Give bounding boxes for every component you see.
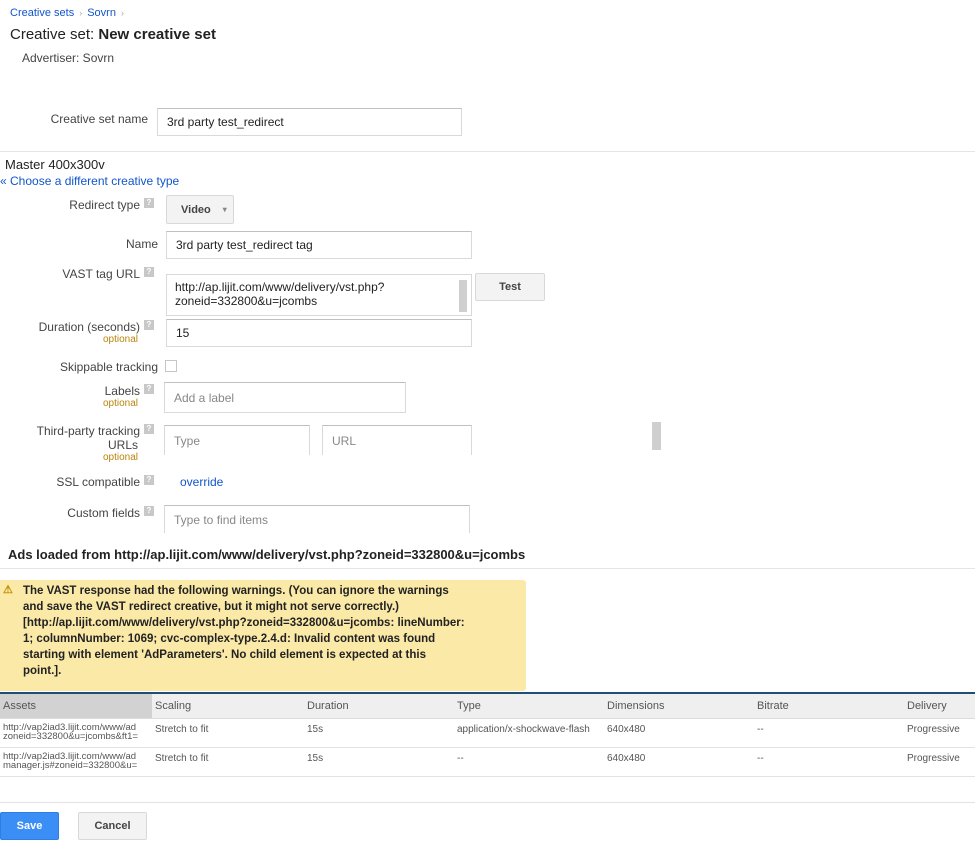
warning-icon: ⚠ [3,584,13,596]
assets-table: Assets Scaling Duration Type Dimensions … [0,692,975,803]
scaling-cell: Stretch to fit [155,724,209,735]
custom-fields-label: Custom fields? [0,506,154,520]
labels-input[interactable]: Add a label [164,382,406,413]
vast-tag-url-label-text: VAST tag URL [62,267,140,281]
redirect-type-label: Redirect type? [0,198,154,212]
creative-set-name-input[interactable]: 3rd party test_redirect [157,108,462,136]
table-header: Assets Scaling Duration Type Dimensions … [0,694,975,719]
help-icon[interactable]: ? [144,320,154,330]
ssl-override-link[interactable]: override [180,475,223,489]
asset-cell: http://vap2iad3.lijit.com/www/ad manager… [0,748,152,770]
column-header-dimensions[interactable]: Dimensions [604,694,754,718]
help-icon[interactable]: ? [144,506,154,516]
tracking-type-input[interactable]: Type [164,425,310,455]
custom-fields-input[interactable]: Type to find items [164,505,470,533]
help-icon[interactable]: ? [144,475,154,485]
bitrate-cell: -- [757,724,764,735]
table-row: http://vap2iad3.lijit.com/www/ad manager… [0,748,975,777]
choose-creative-type-link[interactable]: « Choose a different creative type [0,174,179,188]
name-label: Name [125,237,158,251]
breadcrumb-separator: › [120,8,124,18]
redirect-type-value: Video [181,203,211,216]
custom-fields-label-text: Custom fields [67,506,140,520]
page-title-name: New creative set [98,26,216,43]
delivery-cell: Progressive [907,753,960,764]
breadcrumb-sovrn[interactable]: Sovrn [87,7,116,19]
save-button[interactable]: Save [0,812,59,840]
advertiser-label: Advertiser: Sovrn [22,51,115,65]
help-icon[interactable]: ? [144,424,154,434]
asset-cell: http://vap2iad3.lijit.com/www/ad zoneid=… [0,719,152,741]
third-party-label-line2: URLs [107,438,138,452]
table-footer [0,777,975,803]
cancel-button[interactable]: Cancel [78,812,147,840]
ssl-compatible-label-text: SSL compatible [56,475,140,489]
table-row: http://vap2iad3.lijit.com/www/ad zoneid=… [0,719,975,748]
duration-label-text: Duration (seconds) [38,320,140,334]
breadcrumb-creative-sets[interactable]: Creative sets [10,7,74,19]
labels-label: Labels? optional [0,384,154,409]
section-divider [0,151,975,152]
third-party-tracking-label: Third-party tracking? URLs optional [0,424,154,463]
breadcrumb-separator: › [79,8,83,18]
redirect-type-label-text: Redirect type [69,198,140,212]
bitrate-cell: -- [757,753,764,764]
column-header-type[interactable]: Type [454,694,604,718]
section-divider [0,568,975,569]
vast-tag-url-line2: zoneid=332800&u=jcombs [175,294,318,308]
ssl-compatible-label: SSL compatible? [0,475,154,489]
duration-cell: 15s [307,753,324,764]
warning-line: [http://ap.lijit.com/www/delivery/vst.ph… [23,617,465,629]
help-icon[interactable]: ? [144,198,154,208]
scrollbar[interactable] [652,422,661,450]
column-header-duration[interactable]: Duration [304,694,454,718]
warning-line: 1; columnNumber: 1069; cvc-complex-type.… [23,633,436,645]
redirect-type-dropdown[interactable]: Video ▾ [166,195,234,224]
page-title-prefix: Creative set: [10,26,95,43]
vast-tag-url-textarea[interactable]: http://ap.lijit.com/www/delivery/vst.php… [166,274,472,316]
vast-tag-url-label: VAST tag URL? [0,267,154,281]
creative-set-name-label: Creative set name [50,112,148,126]
vast-warning-box: ⚠ The VAST response had the following wa… [0,580,526,691]
ads-loaded-title: Ads loaded from http://ap.lijit.com/www/… [8,547,526,562]
name-input[interactable]: 3rd party test_redirect tag [166,231,472,259]
third-party-label-line1: Third-party tracking [36,424,140,438]
tracking-url-input[interactable]: URL [322,425,472,455]
asset-url-line2: manager.js#zoneid=332800&u= [3,760,138,770]
breadcrumb: Creative sets › Sovrn › [10,7,129,19]
help-icon[interactable]: ? [144,384,154,394]
dimensions-cell: 640x480 [607,724,646,735]
dimensions-cell: 640x480 [607,753,646,764]
master-section-title: Master 400x300v [5,157,119,172]
warning-line: starting with element 'AdParameters'. No… [23,649,426,661]
type-cell: application/x-shockwave-flash [457,724,590,735]
warning-line: and save the VAST redirect creative, but… [23,601,399,613]
duration-cell: 15s [307,724,324,735]
column-header-assets[interactable]: Assets [0,694,152,718]
textarea-scrollbar[interactable] [459,280,467,312]
duration-input[interactable]: 15 [166,319,472,347]
duration-label: Duration (seconds)? optional [0,320,154,345]
column-header-scaling[interactable]: Scaling [152,694,304,718]
column-header-bitrate[interactable]: Bitrate [754,694,904,718]
help-icon[interactable]: ? [144,267,154,277]
chevron-down-icon: ▾ [222,205,227,214]
optional-hint: optional [102,398,138,409]
test-button[interactable]: Test [475,273,545,301]
asset-url-line2: zoneid=332800&u=jcombs&ft1= [3,731,138,741]
scaling-cell: Stretch to fit [155,753,209,764]
warning-line: The VAST response had the following warn… [23,585,449,597]
warning-line: point.]. [23,665,62,677]
optional-hint: optional [102,334,138,345]
optional-hint: optional [102,452,138,463]
skippable-tracking-checkbox[interactable] [165,360,177,372]
page-title: Creative set: New creative set [10,26,216,43]
skippable-tracking-label: Skippable tracking [59,360,158,374]
type-cell: -- [457,753,464,764]
labels-label-text: Labels [104,384,140,398]
vast-tag-url-line1: http://ap.lijit.com/www/delivery/vst.php… [175,280,385,294]
delivery-cell: Progressive [907,724,960,735]
column-header-delivery[interactable]: Delivery [904,694,975,718]
